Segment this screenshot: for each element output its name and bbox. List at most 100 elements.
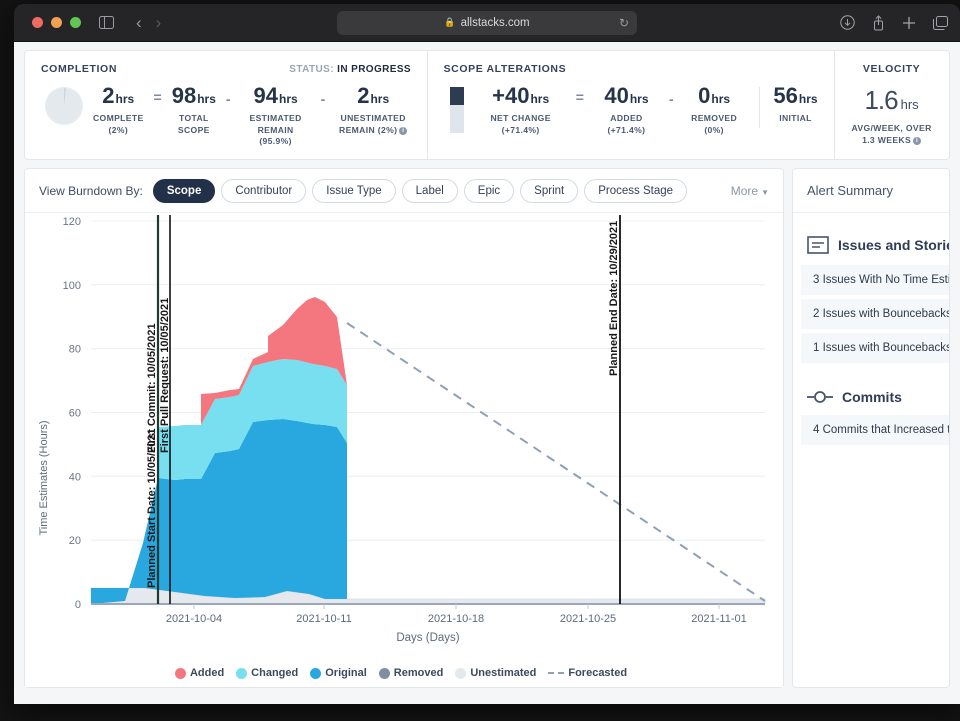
legend-item-added[interactable]: Added <box>175 667 224 679</box>
window-controls[interactable] <box>32 17 81 28</box>
metric-caption: UNESTIMATED REMAIN (2%)i <box>335 113 411 136</box>
tab-epic[interactable]: Epic <box>464 179 514 203</box>
tab-process-stage[interactable]: Process Stage <box>584 179 687 203</box>
back-icon[interactable]: ‹ <box>136 14 142 31</box>
info-icon[interactable]: i <box>399 127 407 135</box>
metric-caption: ADDED (+71.4%) <box>594 113 659 136</box>
legend-swatch-removed <box>379 668 390 679</box>
scope-bar-bottom <box>450 105 464 133</box>
metric-value: 0hrs <box>684 85 745 107</box>
legend-label: Changed <box>251 667 298 679</box>
legend-item-original[interactable]: Original <box>310 667 367 679</box>
scope-metrics: +40hrs NET CHANGE (+71.4%) = 40hrs ADDED… <box>444 85 818 136</box>
burndown-label: View Burndown By: <box>39 184 143 198</box>
toolbar-right-actions[interactable] <box>840 15 948 31</box>
chart-svg: 120 100 80 60 40 20 0 Time Estimates (Ho… <box>25 213 783 687</box>
address-bar[interactable]: 🔒 allstacks.com ↻ <box>337 11 637 35</box>
metric-initial: 56hrs INITIAL <box>773 85 817 125</box>
burndown-chart: 120 100 80 60 40 20 0 Time Estimates (Ho… <box>25 213 783 687</box>
completion-header: COMPLETION STATUS: IN PROGRESS <box>41 63 411 75</box>
legend-label: Original <box>325 667 367 679</box>
metric-caption: TOTAL SCOPE <box>172 113 216 136</box>
completion-title: COMPLETION <box>41 63 117 75</box>
scope-alterations-panel: SCOPE ALTERATIONS +40hrs NET CHANGE (+71… <box>428 51 834 159</box>
reload-icon[interactable]: ↻ <box>619 16 629 30</box>
forward-icon[interactable]: › <box>156 14 162 31</box>
tab-contributor[interactable]: Contributor <box>221 179 306 203</box>
velocity-title: VELOCITY <box>850 63 933 75</box>
alert-group-spacer <box>793 367 949 381</box>
alert-item[interactable]: 1 Issues with Bouncebacks <box>801 333 949 363</box>
tab-scope[interactable]: Scope <box>153 179 216 203</box>
plus-icon[interactable] <box>902 16 916 30</box>
completion-metrics: 2hrs COMPLETE (2%) = 98hrs TOTAL SCOPE -… <box>41 85 411 148</box>
operator-minus: - <box>216 85 241 107</box>
status-badge: STATUS: IN PROGRESS <box>289 64 411 75</box>
issues-list-icon <box>807 235 829 255</box>
close-window-button[interactable] <box>32 17 43 28</box>
metric-estimated-remain: 94hrs ESTIMATED REMAIN (95.9%) <box>241 85 311 148</box>
metric-value: 40hrs <box>594 85 659 107</box>
browser-titlebar: ‹ › 🔒 allstacks.com ↻ <box>14 4 960 42</box>
legend-swatch-changed <box>236 668 247 679</box>
lock-icon: 🔒 <box>444 17 455 28</box>
download-icon[interactable] <box>840 15 855 30</box>
more-dropdown[interactable]: More▼ <box>731 184 769 198</box>
svg-text:2021-10-18: 2021-10-18 <box>428 613 484 625</box>
tab-overview-icon[interactable] <box>933 16 948 30</box>
tab-sprint[interactable]: Sprint <box>520 179 578 203</box>
alert-item[interactable]: 4 Commits that Increased the <box>801 415 949 445</box>
alert-summary-body: Issues and Stories 3 Issues With No Time… <box>793 213 949 445</box>
alert-group-issues-and-stories: Issues and Stories <box>793 227 949 265</box>
metric-value: 56hrs <box>773 85 817 107</box>
metric-value: 2hrs <box>335 85 411 107</box>
desktop-background: ‹ › 🔒 allstacks.com ↻ <box>0 0 960 721</box>
metric-removed: 0hrs REMOVED (0%) <box>684 85 745 136</box>
maximize-window-button[interactable] <box>70 17 81 28</box>
velocity-panel: VELOCITY 1.6hrs AVG/WEEK, OVER 1.3 WEEKS… <box>834 51 949 159</box>
legend-swatch-forecasted <box>548 672 564 674</box>
tab-issue-type[interactable]: Issue Type <box>312 179 395 203</box>
kpi-strip: COMPLETION STATUS: IN PROGRESS 2hrs COMP… <box>24 50 950 160</box>
legend-item-changed[interactable]: Changed <box>236 667 298 679</box>
navigation-buttons[interactable]: ‹ › <box>136 14 161 31</box>
legend-item-unestimated[interactable]: Unestimated <box>455 667 536 679</box>
metric-caption: ESTIMATED REMAIN (95.9%) <box>241 113 311 148</box>
completion-panel: COMPLETION STATUS: IN PROGRESS 2hrs COMP… <box>25 51 427 159</box>
metric-complete: 2hrs COMPLETE (2%) <box>93 85 144 136</box>
commit-node-icon <box>807 389 833 405</box>
alert-summary-card: Alert Summary Issues and Stories 3 Issue… <box>792 168 950 688</box>
burndown-chart-card: View Burndown By: Scope Contributor Issu… <box>24 168 784 688</box>
main-content-row: View Burndown By: Scope Contributor Issu… <box>24 168 950 688</box>
velocity-value: 1.6hrs <box>850 85 933 116</box>
page-content: COMPLETION STATUS: IN PROGRESS 2hrs COMP… <box>14 42 960 704</box>
metric-caption: COMPLETE (2%) <box>93 113 144 136</box>
status-label: STATUS: <box>289 64 334 75</box>
chart-legend: Added Changed Original Removed Unestimat… <box>25 667 783 679</box>
legend-item-forecasted[interactable]: Forecasted <box>548 667 627 679</box>
share-icon[interactable] <box>872 15 885 31</box>
info-icon[interactable]: i <box>913 137 921 145</box>
legend-swatch-original <box>310 668 321 679</box>
legend-item-removed[interactable]: Removed <box>379 667 444 679</box>
metric-total-scope: 98hrs TOTAL SCOPE <box>172 85 216 136</box>
metric-caption: INITIAL <box>773 113 817 125</box>
sidebar-toggle-icon[interactable] <box>99 16 114 29</box>
tab-label[interactable]: Label <box>402 179 458 203</box>
chart-x-axis-title: Days (Days) <box>396 632 459 644</box>
operator-minus: - <box>311 85 336 107</box>
minimize-window-button[interactable] <box>51 17 62 28</box>
metric-value: 98hrs <box>172 85 216 107</box>
svg-text:60: 60 <box>69 408 81 420</box>
alert-summary-header: Alert Summary <box>793 169 949 213</box>
alert-group-title-text: Commits <box>842 389 902 405</box>
alert-item[interactable]: 3 Issues With No Time Estimate <box>801 265 949 295</box>
scope-header: SCOPE ALTERATIONS <box>444 63 818 75</box>
metric-added: 40hrs ADDED (+71.4%) <box>594 85 659 136</box>
metric-value: 94hrs <box>241 85 311 107</box>
svg-text:120: 120 <box>63 216 81 228</box>
alert-item[interactable]: 2 Issues with Bouncebacks <box>801 299 949 329</box>
metric-value: 2hrs <box>93 85 144 107</box>
legend-label: Added <box>190 667 224 679</box>
chart-y-axis-title: Time Estimates (Hours) <box>38 420 50 535</box>
